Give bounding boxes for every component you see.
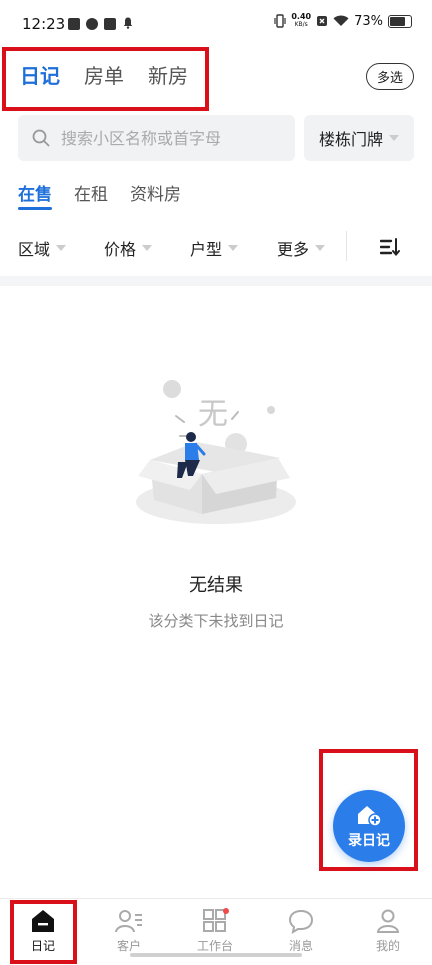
battery-percent: 73% (354, 13, 383, 29)
sort-icon[interactable] (380, 237, 402, 257)
record-diary-button[interactable]: 录日记 (333, 790, 405, 862)
tab-listings[interactable]: 房单 (84, 60, 124, 89)
filter-more[interactable]: 更多 (277, 236, 326, 260)
notification-app-icon (68, 18, 80, 30)
active-tab-indicator (18, 207, 52, 210)
filter-layout[interactable]: 户型 (190, 236, 239, 260)
home-plus-icon (358, 805, 382, 827)
dropdown-arrow-icon (142, 245, 153, 251)
filter-area[interactable]: 区域 (18, 236, 67, 260)
dropdown-arrow-icon (315, 245, 326, 251)
notification-app-icon (86, 18, 98, 30)
search-icon (32, 129, 50, 147)
tab-diary[interactable]: 日记 (20, 60, 60, 89)
divider (346, 231, 347, 261)
top-tabs: 日记 房单 新房 (20, 60, 188, 89)
tab-new-homes[interactable]: 新房 (148, 60, 188, 89)
status-time: 12:23 (22, 15, 66, 33)
empty-box-illustration: 无 (136, 380, 296, 524)
sim-off-icon (317, 16, 328, 26)
search-input[interactable] (61, 128, 281, 148)
wifi-icon (333, 15, 349, 26)
nav-workbench[interactable]: 工作台 (172, 908, 258, 954)
tab-archive[interactable]: 资料房 (130, 180, 181, 205)
section-separator (0, 276, 432, 286)
nav-messages[interactable]: 消息 (258, 908, 344, 954)
empty-title: 无结果 (189, 575, 243, 596)
nav-profile[interactable]: 我的 (345, 908, 431, 954)
dropdown-arrow-icon (389, 135, 399, 141)
battery-icon (388, 14, 412, 28)
notification-app-icon (104, 18, 116, 30)
message-icon (288, 909, 314, 934)
status-right: 0.40 KB/s 73% (274, 13, 412, 29)
dropdown-arrow-icon (56, 245, 67, 251)
client-icon (115, 910, 142, 933)
net-speed: 0.40 KB/s (291, 12, 312, 29)
multi-select-button[interactable]: 多选 (366, 63, 414, 90)
home-icon (32, 910, 54, 932)
nav-clients[interactable]: 客户 (86, 908, 172, 954)
status-bar: 12:23 0.40 KB/s 73% (0, 0, 432, 50)
fab-label: 录日记 (348, 832, 390, 849)
tab-for-sale[interactable]: 在售 (18, 180, 52, 210)
grid-icon (203, 908, 229, 932)
badge-dot (223, 908, 229, 914)
illustration-text: 无 (198, 397, 228, 432)
empty-subtitle: 该分类下未找到日记 (148, 612, 284, 630)
tab-for-rent[interactable]: 在租 (74, 180, 108, 205)
sub-tabs: 在售 在租 资料房 (18, 180, 181, 210)
building-select-label: 楼栋门牌 (318, 130, 383, 149)
vibrate-icon (274, 14, 286, 28)
user-icon (376, 909, 400, 933)
nav-diary[interactable]: 日记 (0, 908, 86, 954)
building-select[interactable]: 楼栋门牌 (304, 115, 414, 161)
search-box[interactable] (18, 115, 295, 161)
filter-price[interactable]: 价格 (104, 236, 153, 260)
dropdown-arrow-icon (228, 245, 239, 251)
bell-icon (123, 17, 133, 29)
home-indicator[interactable] (130, 953, 302, 957)
